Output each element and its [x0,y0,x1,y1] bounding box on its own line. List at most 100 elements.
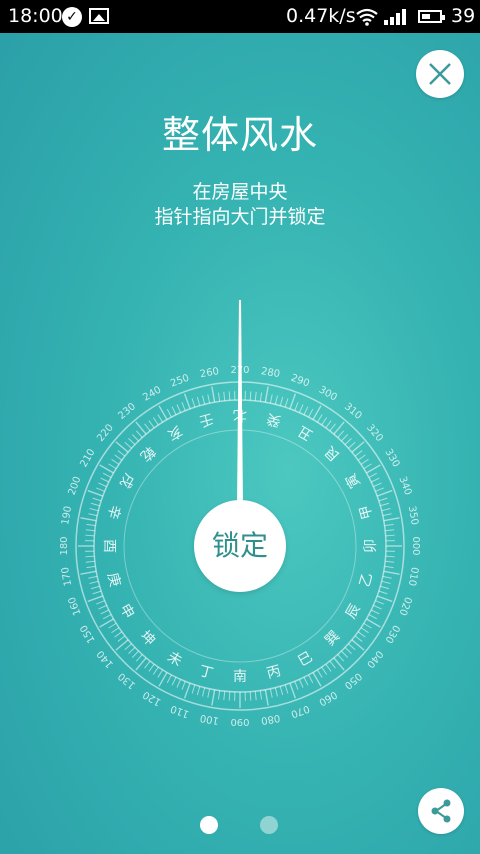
inner-label: 未 [164,649,184,670]
degree-label: 130 [116,670,138,691]
dial-tick [88,575,98,579]
dial-tick [191,398,196,408]
inner-label: 巽 [322,628,343,649]
degree-label: 240 [141,384,163,403]
dial-tick [196,396,201,406]
dial-tick [117,635,126,642]
dial-tick [380,585,390,590]
dial-tick [228,391,231,401]
dial-tick [294,402,299,411]
dial-tick [100,477,109,483]
dial-tick [381,580,391,584]
dial-tick [373,482,382,488]
dial-tick [152,666,159,675]
dial-tick [148,420,155,429]
dial-tick [382,575,392,579]
inner-label: 丁 [197,663,215,682]
page-dot-1[interactable] [200,816,218,834]
dial-tick [117,450,126,457]
dial-tick [368,614,378,620]
dial-tick [279,396,284,406]
dial-tick [90,502,100,507]
dial-tick [102,614,112,620]
share-button[interactable] [418,788,464,834]
share-icon [431,799,451,823]
dial-tick [114,454,123,461]
dial-tick [89,580,99,584]
dial-tick [85,555,95,558]
inner-label: 丑 [295,422,315,443]
dial-tick [384,523,394,527]
dial-tick [325,663,332,672]
inner-label: 寅 [342,470,364,491]
dial-tick [316,669,323,678]
inner-label: 乾 [137,443,158,464]
degree-label: 000 [410,536,421,555]
degree-label: 220 [95,422,116,444]
dial-tick [207,688,211,698]
dial-tick [135,430,143,438]
dial-tick [298,679,304,688]
dial-tick [202,687,206,697]
dial-tick [363,463,372,470]
dial-tick [111,627,120,634]
degree-label: 050 [342,670,364,691]
dial-tick [371,477,380,483]
inner-label: 乙 [357,571,376,589]
degree-label: 320 [364,422,385,444]
dial-tick [249,691,252,701]
dial-tick [183,682,191,699]
degree-label: 100 [199,712,220,726]
dial-tick [131,650,139,658]
dial-tick [96,487,105,492]
dial-tick [217,392,221,402]
dial-tick [316,414,323,423]
dial-tick [111,458,120,465]
dial-tick [378,590,388,595]
dial-tick [114,631,123,638]
degree-label: 200 [67,475,84,497]
dial-tick [128,647,136,655]
dial-tick [264,386,269,403]
dial-tick [371,609,380,615]
inner-label: 庚 [104,571,123,589]
dial-tick [176,679,182,688]
inner-label: 巳 [295,649,315,670]
degree-label: 170 [60,566,74,587]
dial-tick [348,441,356,449]
dial-tick [385,555,395,558]
dial-tick [85,560,95,563]
dial-tick [383,517,400,522]
dial-tick [368,472,378,478]
dial-tick [289,393,297,410]
dial-tick [171,406,177,415]
dial-tick [98,482,107,488]
dial-tick [376,489,393,497]
dial-tick [181,681,186,690]
dial-tick [92,497,102,502]
dial-tick [223,391,226,401]
dial-tick [337,654,345,662]
dial-tick [228,691,231,701]
dial-tick [383,570,400,575]
page-dot-2[interactable] [260,816,278,834]
degree-label: 090 [230,716,249,727]
degree-label: 350 [406,505,420,526]
dial-tick [86,565,96,569]
dial-tick [86,523,96,527]
degree-label: 280 [260,366,281,380]
degree-label: 290 [289,373,311,390]
dial-tick [325,420,332,429]
lock-button[interactable]: 锁定 [194,500,286,592]
dial-tick [124,643,132,651]
dial-tick [211,689,216,706]
dial-tick [211,386,216,403]
dial-tick [284,684,289,694]
degree-label: 030 [382,623,401,645]
degree-label: 010 [406,566,420,587]
compass-dial[interactable]: 2702802903003103203303403500000100200300… [0,0,480,854]
degree-label: 060 [317,688,339,707]
dial-tick [274,395,278,405]
dial-tick [157,414,164,423]
dial-tick [385,529,395,532]
